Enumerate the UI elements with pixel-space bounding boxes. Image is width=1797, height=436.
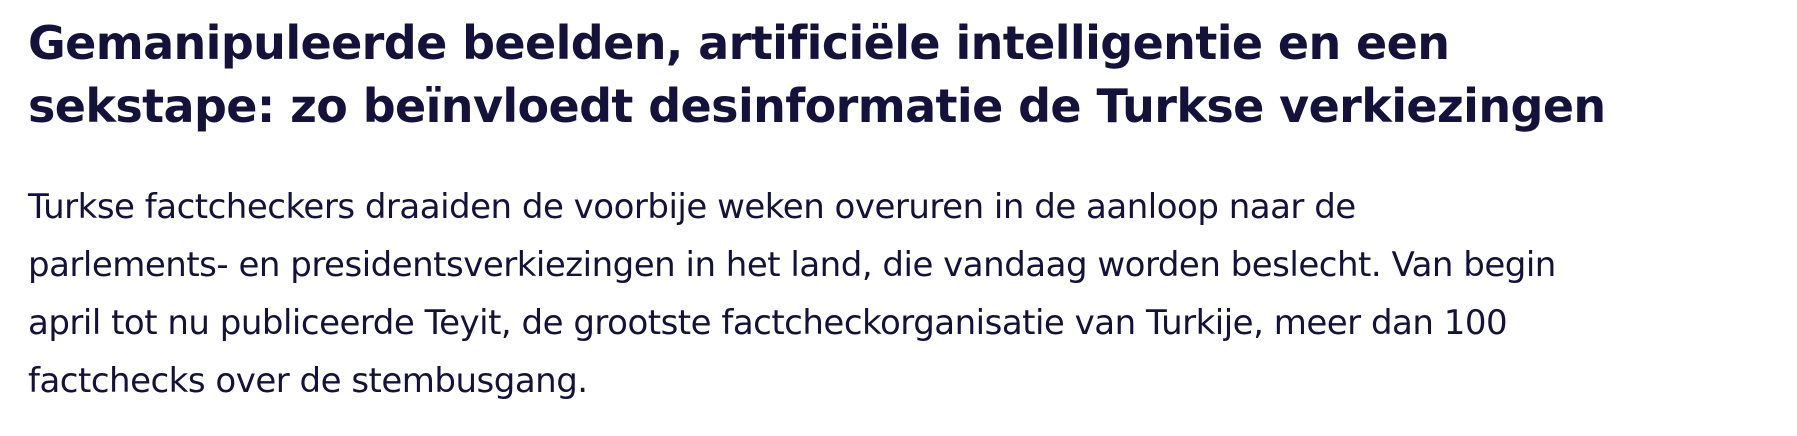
lead-line-3: april tot nu publiceerde Teyit, de groot…: [28, 303, 1508, 343]
lead-paragraph: Turkse factcheckers draaiden de voorbije…: [28, 178, 1769, 410]
headline-line-1: Gemanipuleerde beelden, artificiële inte…: [28, 16, 1450, 70]
lead-line-2: parlements- en presidentsverkiezingen in…: [28, 245, 1556, 285]
headline: Gemanipuleerde beelden, artificiële inte…: [28, 12, 1728, 138]
article: Gemanipuleerde beelden, artificiële inte…: [0, 0, 1797, 436]
lead-line-1: Turkse factcheckers draaiden de voorbije…: [28, 187, 1356, 227]
lead-line-4: factchecks over de stembusgang.: [28, 361, 588, 401]
headline-line-2: sekstape: zo beïnvloedt desinformatie de…: [28, 79, 1606, 133]
